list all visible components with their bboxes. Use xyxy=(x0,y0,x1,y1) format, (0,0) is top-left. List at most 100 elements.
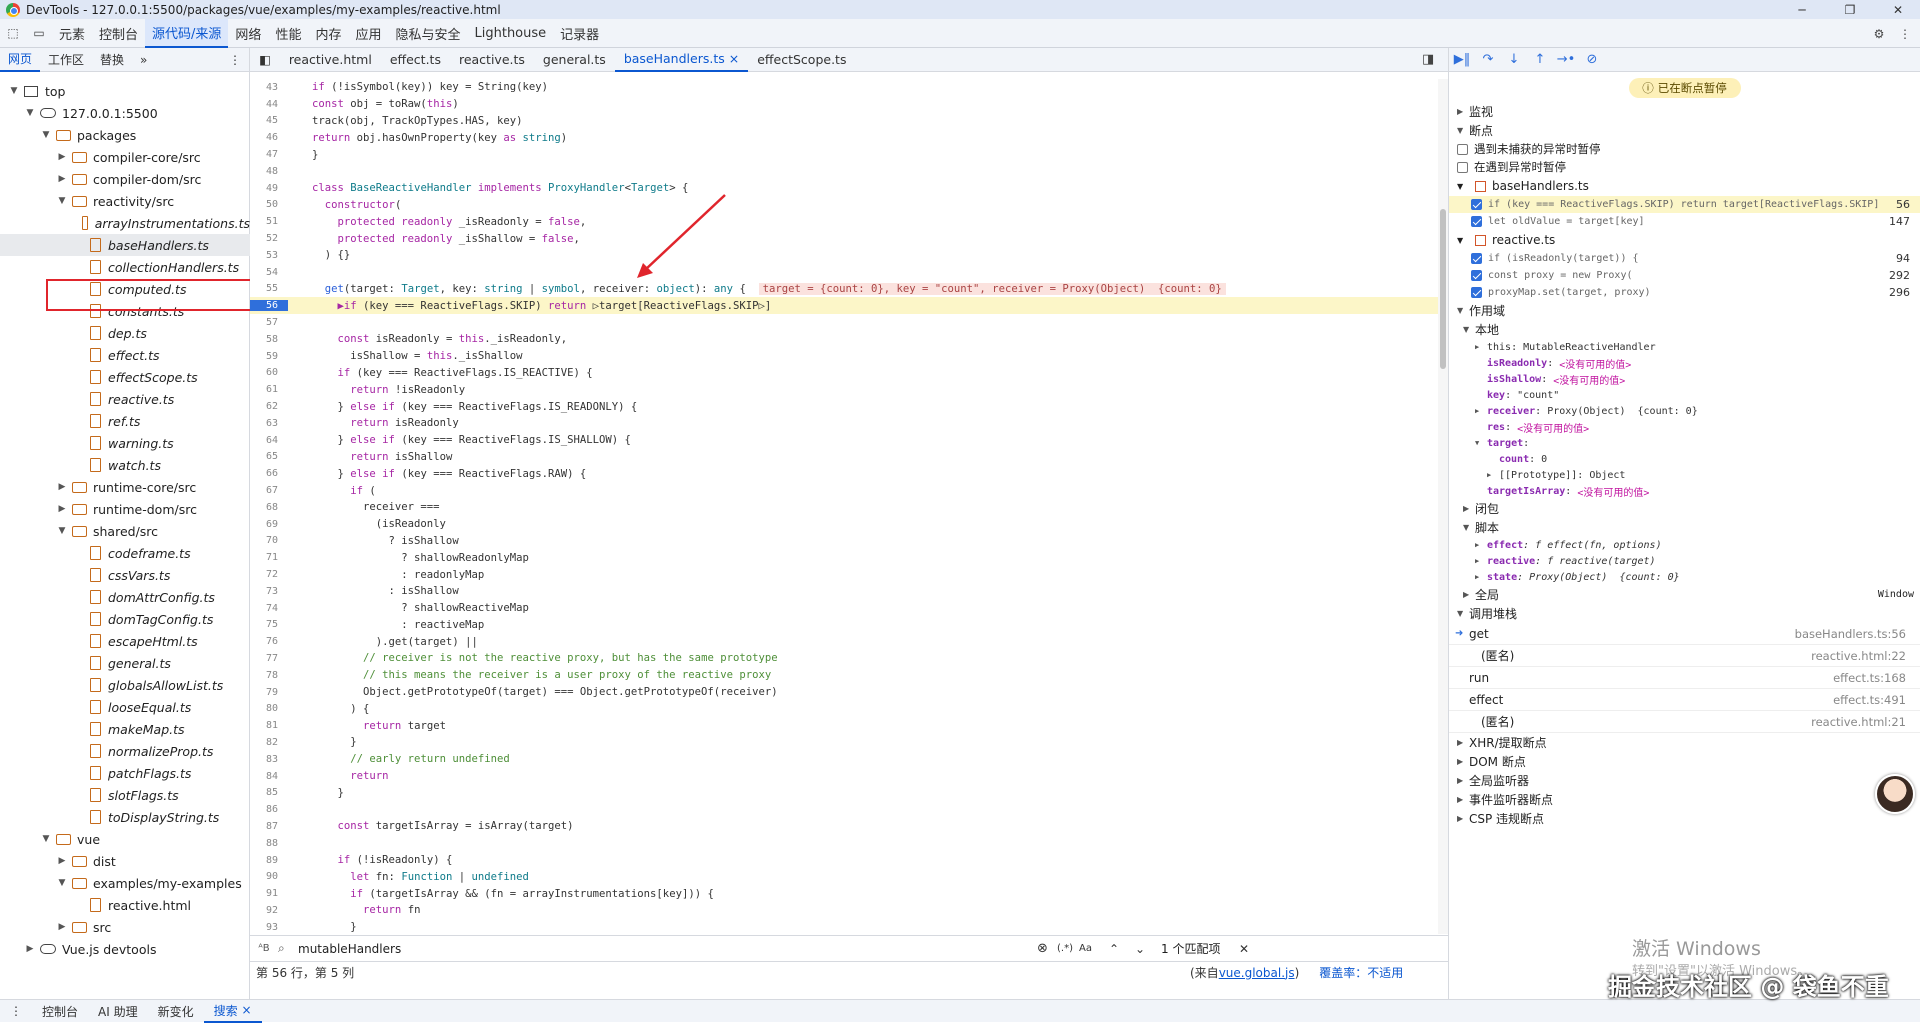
tab-ai-assistant[interactable]: AI 助理 xyxy=(88,1000,148,1023)
tree-item[interactable]: escapeHtml.ts xyxy=(0,630,250,652)
line-number[interactable]: 58 xyxy=(250,334,288,345)
close-search-icon[interactable]: ✕ xyxy=(1239,942,1259,956)
main-tab-9[interactable]: 记录器 xyxy=(553,19,606,48)
scope-script[interactable]: ▼ 脚本 xyxy=(1449,518,1920,537)
tree-item[interactable]: ref.ts xyxy=(0,410,250,432)
scope-variable[interactable]: isShallow: <没有可用的值> xyxy=(1449,371,1920,387)
source-link[interactable]: vue.global.js xyxy=(1219,966,1295,980)
editor-tab[interactable]: reactive.html xyxy=(280,48,381,72)
line-number[interactable]: 71 xyxy=(250,552,288,563)
call-frame[interactable]: run effect.ts:168 xyxy=(1449,667,1920,689)
line-number[interactable]: 50 xyxy=(250,199,288,210)
clear-search-icon[interactable]: ⊗ xyxy=(1037,941,1057,956)
chevron-down-icon[interactable]: ▼ xyxy=(56,526,68,536)
step-out-icon[interactable]: ↑ xyxy=(1527,48,1553,72)
line-number[interactable]: 59 xyxy=(250,351,288,362)
case-sensitive-toggle[interactable]: Aa xyxy=(1079,943,1109,954)
tree-item[interactable]: domAttrConfig.ts xyxy=(0,586,250,608)
breakpoint-checkbox[interactable] xyxy=(1471,270,1482,281)
main-tab-8[interactable]: Lighthouse xyxy=(468,19,554,48)
chevron-right-icon[interactable]: ▶ xyxy=(56,504,68,514)
line-number[interactable]: 62 xyxy=(250,401,288,412)
main-tab-1[interactable]: 控制台 xyxy=(92,19,145,48)
chevron-down-icon[interactable]: ▼ xyxy=(40,130,52,140)
section-breakpoints[interactable]: ▼ 断点 xyxy=(1449,121,1920,140)
tree-item[interactable]: codeframe.ts xyxy=(0,542,250,564)
line-number[interactable]: 79 xyxy=(250,687,288,698)
tree-item[interactable]: ▼ reactivity/src xyxy=(0,190,250,212)
editor-tab[interactable]: general.ts xyxy=(534,48,615,72)
breakpoint-line[interactable]: const proxy = new Proxy(292 xyxy=(1449,267,1920,284)
line-number[interactable]: 52 xyxy=(250,233,288,244)
pause-uncaught-checkbox[interactable]: 遇到未捕获的异常时暂停 xyxy=(1449,140,1920,158)
tree-item[interactable]: effect.ts xyxy=(0,344,250,366)
minimize-icon[interactable]: ─ xyxy=(1782,0,1822,19)
section-dom-breakpoints[interactable]: ▶ DOM 断点 xyxy=(1449,752,1920,771)
tree-item[interactable]: warning.ts xyxy=(0,432,250,454)
line-number[interactable]: 54 xyxy=(250,267,288,278)
line-number[interactable]: 46 xyxy=(250,132,288,143)
drawer-menu-icon[interactable]: ⋮ xyxy=(0,1000,32,1023)
tab-workspace[interactable]: 工作区 xyxy=(40,48,92,72)
tree-item[interactable]: ▶ compiler-core/src xyxy=(0,146,250,168)
tree-item[interactable]: ▶ Vue.js devtools xyxy=(0,938,250,960)
device-toolbar-icon[interactable]: ▭ xyxy=(26,19,52,48)
tree-item[interactable]: general.ts xyxy=(0,652,250,674)
scope-variable[interactable]: targetIsArray: <没有可用的值> xyxy=(1449,483,1920,499)
line-number[interactable]: 78 xyxy=(250,670,288,681)
next-match-icon[interactable]: ⌄ xyxy=(1135,942,1161,956)
line-number[interactable]: 90 xyxy=(250,871,288,882)
script-variable[interactable]: ▶ reactive: f reactive(target) xyxy=(1449,553,1920,569)
scope-variable[interactable]: ▶ receiver: Proxy(Object) {count: 0} xyxy=(1449,403,1920,419)
section-call-stack[interactable]: ▼ 调用堆栈 xyxy=(1449,604,1920,623)
toggle-navigator-icon[interactable]: ◧ xyxy=(250,48,280,72)
tree-item[interactable]: ▼ examples/my-examples xyxy=(0,872,250,894)
close-icon[interactable]: ✕ xyxy=(1878,0,1918,19)
section-xhr-breakpoints[interactable]: ▶ XHR/提取断点 xyxy=(1449,733,1920,752)
tree-item[interactable]: globalsAllowList.ts xyxy=(0,674,250,696)
line-number[interactable]: 43 xyxy=(250,82,288,93)
line-number[interactable]: 86 xyxy=(250,804,288,815)
editor-scrollbar[interactable] xyxy=(1438,79,1448,934)
more-options-icon[interactable]: ⋮ xyxy=(1892,19,1918,48)
line-number[interactable]: 49 xyxy=(250,183,288,194)
step-over-icon[interactable]: ↷ xyxy=(1475,48,1501,72)
resume-icon[interactable]: ▶‖ xyxy=(1449,48,1475,72)
breakpoint-file[interactable]: ▼ baseHandlers.ts xyxy=(1449,176,1920,196)
line-number[interactable]: 61 xyxy=(250,384,288,395)
tab-whats-new[interactable]: 新变化 xyxy=(148,1000,204,1023)
line-number[interactable]: 44 xyxy=(250,99,288,110)
breakpoint-checkbox[interactable] xyxy=(1471,253,1482,264)
tree-item[interactable]: arrayInstrumentations.ts xyxy=(0,212,250,234)
search-input[interactable]: mutableHandlers xyxy=(292,942,1037,956)
pause-caught-checkbox[interactable]: 在遇到异常时暂停 xyxy=(1449,158,1920,176)
tree-item[interactable]: makeMap.ts xyxy=(0,718,250,740)
scope-variable[interactable]: key: "count" xyxy=(1449,387,1920,403)
tree-item[interactable]: ▶ src xyxy=(0,916,250,938)
tree-item[interactable]: ▶ compiler-dom/src xyxy=(0,168,250,190)
tree-item[interactable]: normalizeProp.ts xyxy=(0,740,250,762)
chevron-down-icon[interactable]: ▼ xyxy=(24,108,36,118)
chevron-down-icon[interactable]: ▼ xyxy=(8,86,20,96)
line-number[interactable]: 60 xyxy=(250,367,288,378)
line-number[interactable]: 81 xyxy=(250,720,288,731)
breakpoint-line[interactable]: let oldValue = target[key] 147 xyxy=(1449,213,1920,230)
line-number[interactable]: 75 xyxy=(250,619,288,630)
call-frame[interactable]: effect effect.ts:491 xyxy=(1449,689,1920,711)
script-variable[interactable]: ▶ state: Proxy(Object) {count: 0} xyxy=(1449,569,1920,585)
chevron-right-icon[interactable]: ▶ xyxy=(56,922,68,932)
chevron-right-icon[interactable]: ▶ xyxy=(56,856,68,866)
line-number[interactable]: 45 xyxy=(250,115,288,126)
tree-item[interactable]: ▶ runtime-core/src xyxy=(0,476,250,498)
main-tab-3[interactable]: 网络 xyxy=(228,19,268,48)
settings-gear-icon[interactable]: ⚙ xyxy=(1866,19,1892,48)
tree-item[interactable]: ▼ packages xyxy=(0,124,250,146)
line-number[interactable]: 76 xyxy=(250,636,288,647)
tree-item[interactable]: ▼ 127.0.0.1:5500 xyxy=(0,102,250,124)
tree-item[interactable]: watch.ts xyxy=(0,454,250,476)
line-number[interactable]: 93 xyxy=(250,922,288,933)
section-watch[interactable]: ▶ 监视 xyxy=(1449,102,1920,121)
chevron-right-icon[interactable]: ▶ xyxy=(56,152,68,162)
line-number[interactable]: 73 xyxy=(250,586,288,597)
line-number[interactable]: 74 xyxy=(250,603,288,614)
